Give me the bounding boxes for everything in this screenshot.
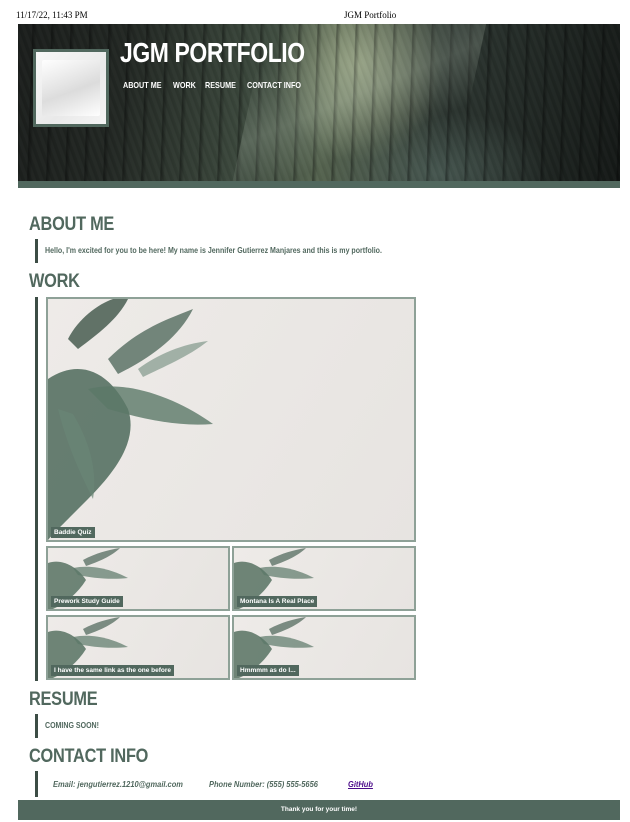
print-datetime: 11/17/22, 11:43 PM bbox=[16, 10, 88, 20]
project-label: Hmmmm as do I... bbox=[237, 665, 299, 676]
avatar-image bbox=[42, 60, 100, 116]
main-nav: ABOUT ME WORK RESUME CONTACT INFO bbox=[123, 75, 315, 93]
print-page-title: JGM Portfolio bbox=[344, 10, 397, 20]
leaf-image bbox=[48, 299, 213, 540]
project-label: Montana Is A Real Place bbox=[237, 596, 318, 607]
resume-text: COMING SOON! bbox=[45, 721, 99, 730]
print-header: 11/17/22, 11:43 PM JGM Portfolio bbox=[0, 0, 630, 24]
project-label: I have the same link as the one before bbox=[51, 665, 175, 676]
project-card[interactable]: I have the same link as the one before bbox=[46, 615, 230, 680]
contact-email[interactable]: Email: jengutierrez.1210@gmail.com bbox=[53, 779, 183, 789]
project-card[interactable]: Montana Is A Real Place bbox=[232, 546, 416, 611]
project-card[interactable]: Baddie Quiz bbox=[46, 297, 416, 542]
site-title: JGM PORTFOLIO bbox=[120, 37, 305, 68]
nav-work[interactable]: WORK bbox=[173, 80, 196, 90]
nav-resume[interactable]: RESUME bbox=[205, 80, 236, 90]
avatar bbox=[33, 49, 109, 127]
footer: Thank you for your time! bbox=[18, 800, 620, 820]
work-rule bbox=[35, 297, 38, 681]
resume-heading: RESUME bbox=[29, 689, 98, 710]
contact-rule bbox=[35, 771, 38, 797]
resume-rule bbox=[35, 714, 38, 738]
about-text: Hello, I'm excited for you to be here! M… bbox=[45, 246, 382, 255]
project-card[interactable]: Prework Study Guide bbox=[46, 546, 230, 611]
header-band bbox=[18, 181, 620, 188]
project-label: Baddie Quiz bbox=[51, 527, 95, 538]
contact-heading: CONTACT INFO bbox=[29, 746, 149, 767]
github-link[interactable]: GitHub bbox=[348, 779, 373, 789]
about-rule bbox=[35, 239, 38, 263]
nav-contact-info[interactable]: CONTACT INFO bbox=[247, 80, 301, 90]
about-heading: ABOUT ME bbox=[29, 214, 115, 235]
nav-about-me[interactable]: ABOUT ME bbox=[123, 80, 162, 90]
project-card[interactable]: Hmmmm as do I... bbox=[232, 615, 416, 680]
work-heading: WORK bbox=[29, 271, 80, 292]
project-label: Prework Study Guide bbox=[51, 596, 123, 607]
contact-phone: Phone Number: (555) 555-5656 bbox=[209, 779, 318, 789]
